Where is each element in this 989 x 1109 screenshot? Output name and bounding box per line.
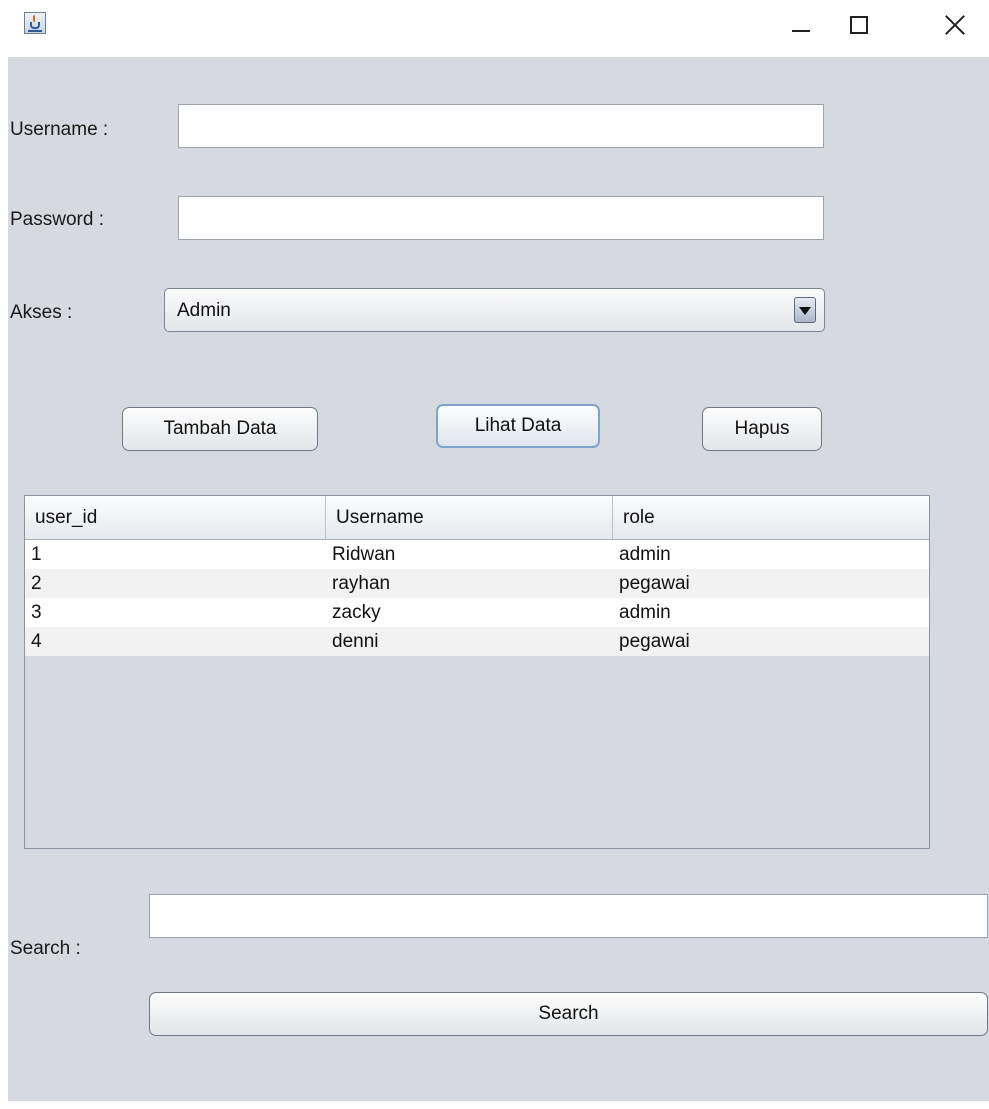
chevron-down-icon — [799, 307, 811, 315]
lihat-data-button[interactable]: Lihat Data — [436, 404, 600, 448]
search-button[interactable]: Search — [149, 992, 988, 1036]
cell-username: denni — [332, 631, 379, 652]
tambah-data-button[interactable]: Tambah Data — [122, 407, 318, 451]
akses-select[interactable]: Admin — [164, 288, 825, 332]
form-panel: Username : Password : Akses : Admin Tamb… — [8, 57, 989, 1101]
close-icon — [944, 14, 966, 36]
column-header-user-id[interactable]: user_id — [25, 496, 326, 539]
cell-user-id: 1 — [31, 544, 42, 565]
cell-role: pegawai — [619, 631, 690, 652]
minimize-button[interactable] — [778, 8, 824, 42]
app-window: Username : Password : Akses : Admin Tamb… — [0, 0, 989, 1109]
cell-role: pegawai — [619, 573, 690, 594]
table-row[interactable]: 1 Ridwan admin — [25, 540, 929, 569]
cell-user-id: 3 — [31, 602, 42, 623]
cell-username: Ridwan — [332, 544, 396, 565]
cell-role: admin — [619, 602, 671, 623]
title-bar — [0, 0, 989, 57]
cell-username: rayhan — [332, 573, 391, 594]
username-input[interactable] — [178, 104, 824, 148]
search-label: Search : — [10, 938, 81, 959]
password-label: Password : — [10, 209, 104, 230]
minimize-icon — [792, 30, 810, 32]
java-app-icon — [24, 12, 46, 34]
maximize-button[interactable] — [836, 8, 882, 42]
akses-label: Akses : — [10, 302, 73, 323]
column-header-username[interactable]: Username — [326, 496, 613, 539]
maximize-icon — [850, 16, 868, 34]
table-row[interactable]: 3 zacky admin — [25, 598, 929, 627]
cell-role: admin — [619, 544, 671, 565]
akses-selected-value: Admin — [177, 300, 231, 321]
cell-username: zacky — [332, 602, 381, 623]
table-header: user_id Username role — [25, 496, 929, 540]
username-label: Username : — [10, 119, 109, 140]
cell-user-id: 2 — [31, 573, 42, 594]
table-row[interactable]: 2 rayhan pegawai — [25, 569, 929, 598]
table-row[interactable]: 4 denni pegawai — [25, 627, 929, 656]
password-input[interactable] — [178, 196, 824, 240]
cell-user-id: 4 — [31, 631, 42, 652]
column-header-role[interactable]: role — [613, 496, 929, 539]
user-table[interactable]: user_id Username role 1 Ridwan admin 2 r… — [24, 495, 930, 849]
close-button[interactable] — [934, 8, 980, 42]
search-input[interactable] — [149, 894, 988, 938]
hapus-button[interactable]: Hapus — [702, 407, 822, 451]
dropdown-arrow-button[interactable] — [794, 297, 816, 323]
